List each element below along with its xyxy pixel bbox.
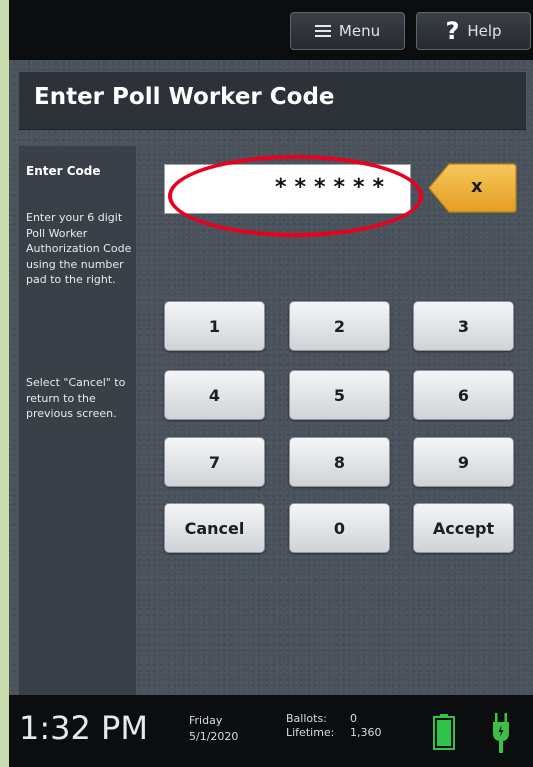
lifetime-count: 1,360 <box>350 726 382 739</box>
key-9[interactable]: 9 <box>413 437 514 487</box>
help-button[interactable]: ? Help <box>416 12 531 50</box>
key-8[interactable]: 8 <box>289 437 390 487</box>
help-label: Help <box>467 22 502 40</box>
voting-machine-screen: Menu ? Help Enter Poll Worker Code Enter… <box>9 0 533 767</box>
highlight-ellipse <box>168 155 423 237</box>
key-2[interactable]: 2 <box>289 301 390 351</box>
sidebar-title: Enter Code <box>26 164 101 178</box>
instructions-sidebar: Enter Code Enter your 6 digit Poll Worke… <box>19 146 136 695</box>
menu-button[interactable]: Menu <box>290 12 405 50</box>
status-bar: 1:32 PM Friday 5/1/2020 Ballots: 0 Lifet… <box>9 695 533 767</box>
power-plug-icon <box>493 713 509 753</box>
cancel-button[interactable]: Cancel <box>164 503 265 553</box>
top-bar: Menu ? Help <box>9 0 533 60</box>
key-6[interactable]: 6 <box>413 370 514 420</box>
question-mark-icon: ? <box>445 17 460 45</box>
key-0[interactable]: 0 <box>289 503 390 553</box>
date-label: 5/1/2020 <box>189 730 239 743</box>
ballots-label: Ballots: <box>286 712 327 725</box>
clock: 1:32 PM <box>19 709 148 747</box>
ballots-count: 0 <box>350 712 357 725</box>
clear-label: x <box>471 176 483 197</box>
sidebar-instructions: Enter your 6 digit Poll Worker Authoriza… <box>26 211 132 286</box>
menu-label: Menu <box>338 22 381 40</box>
hamburger-icon <box>314 25 331 37</box>
accept-button[interactable]: Accept <box>413 503 514 553</box>
key-1[interactable]: 1 <box>164 301 265 351</box>
sidebar-cancel-hint: Select "Cancel" to return to the previou… <box>26 376 126 420</box>
lifetime-label: Lifetime: <box>286 726 335 739</box>
page-title: Enter Poll Worker Code <box>34 84 335 110</box>
key-3[interactable]: 3 <box>413 301 514 351</box>
clear-button[interactable]: x <box>427 162 517 214</box>
key-4[interactable]: 4 <box>164 370 265 420</box>
key-5[interactable]: 5 <box>289 370 390 420</box>
day-label: Friday <box>189 714 223 727</box>
battery-icon <box>433 714 455 750</box>
key-7[interactable]: 7 <box>164 437 265 487</box>
title-bar: Enter Poll Worker Code <box>19 72 526 130</box>
